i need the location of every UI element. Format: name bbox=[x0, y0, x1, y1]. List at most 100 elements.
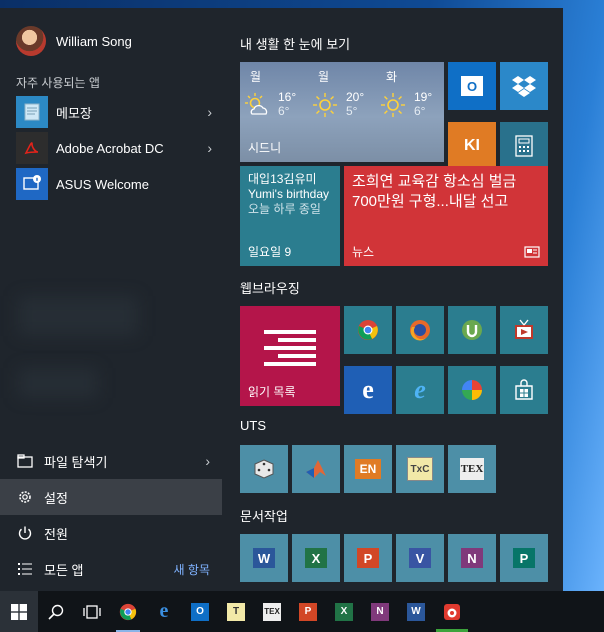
all-apps-item[interactable]: 모든 앱 새 항목 bbox=[0, 551, 222, 587]
notes-icon: T bbox=[227, 602, 245, 621]
matlab-tile[interactable] bbox=[292, 445, 340, 493]
store-tile[interactable] bbox=[500, 366, 548, 414]
reading-list-tile[interactable]: 읽기 목록 bbox=[240, 306, 340, 406]
chevron-right-icon[interactable]: › bbox=[205, 453, 210, 469]
chrome-tile[interactable] bbox=[344, 306, 392, 354]
publisher-tile[interactable]: P bbox=[500, 534, 548, 582]
onenote-tile[interactable]: N bbox=[448, 534, 496, 582]
task-view-icon bbox=[83, 604, 101, 619]
news-headline: 조희연 교육감 항소심 벌금 700만원 구형...내달 선고 bbox=[352, 173, 517, 210]
texmaker-tile[interactable]: TxC bbox=[396, 445, 444, 493]
calendar-date: 일요일 9 bbox=[248, 245, 292, 259]
taskbar-word[interactable]: W bbox=[398, 591, 434, 632]
chrome-icon bbox=[119, 603, 137, 620]
ki-icon: KI bbox=[464, 137, 480, 154]
app-item-acrobat[interactable]: Adobe Acrobat DC › bbox=[16, 131, 216, 165]
utorrent-tile[interactable] bbox=[448, 306, 496, 354]
reading-list-icon bbox=[264, 330, 316, 366]
power-item[interactable]: 전원 bbox=[0, 515, 222, 551]
outlook-icon: O bbox=[191, 602, 209, 621]
outlook-tile[interactable]: O bbox=[448, 62, 496, 110]
visio-tile[interactable]: V bbox=[396, 534, 444, 582]
search-icon bbox=[48, 604, 64, 620]
weather-day: 화 19° 6° bbox=[376, 68, 442, 118]
dropbox-tile[interactable] bbox=[500, 62, 548, 110]
dice-tile[interactable] bbox=[240, 445, 288, 493]
calendar-event-title: 대입13김유미 bbox=[248, 172, 317, 186]
taskbar-onenote[interactable]: N bbox=[362, 591, 398, 632]
utorrent-icon bbox=[462, 320, 482, 340]
task-view-button[interactable] bbox=[74, 591, 110, 632]
tex-tile[interactable]: TEX bbox=[448, 445, 496, 493]
chevron-right-icon[interactable]: › bbox=[207, 140, 212, 156]
file-explorer-item[interactable]: 파일 탐색기 › bbox=[0, 443, 222, 479]
user-account[interactable]: William Song bbox=[16, 26, 132, 56]
new-items-link[interactable]: 새 항목 bbox=[174, 561, 210, 578]
calculator-tile[interactable] bbox=[500, 122, 548, 170]
word-tile[interactable]: W bbox=[240, 534, 288, 582]
taskbar-tex[interactable]: TEX bbox=[254, 591, 290, 632]
word-icon: W bbox=[253, 548, 275, 568]
internet-explorer-icon: e bbox=[414, 375, 426, 404]
tex-icon: TEX bbox=[263, 602, 281, 621]
onenote-icon: N bbox=[371, 602, 389, 621]
frequent-apps-label: 자주 사용되는 앱 bbox=[16, 76, 100, 90]
acrobat-icon bbox=[16, 132, 48, 164]
firefox-tile[interactable] bbox=[396, 306, 444, 354]
start-button[interactable] bbox=[0, 591, 38, 632]
matlab-icon bbox=[306, 460, 326, 478]
start-menu: William Song 자주 사용되는 앱 메모장 › Adobe Acrob… bbox=[0, 8, 563, 591]
internet-explorer-tile[interactable]: e bbox=[396, 366, 444, 414]
group-title-docs[interactable]: 문서작업 bbox=[240, 506, 288, 525]
dropbox-icon bbox=[512, 76, 536, 97]
weather-low: 5° bbox=[346, 104, 358, 118]
weather-tile[interactable]: 월 16° 6° 월 20° 5° 화 19° 6° 시드니 bbox=[240, 62, 444, 162]
power-label: 전원 bbox=[44, 526, 68, 542]
powerpoint-tile[interactable]: P bbox=[344, 534, 392, 582]
weather-day: 월 20° 5° bbox=[308, 68, 374, 118]
excel-icon: X bbox=[305, 548, 327, 568]
taskbar-outlook[interactable]: O bbox=[182, 591, 218, 632]
taskbar-app[interactable] bbox=[434, 591, 470, 632]
group-title-web[interactable]: 웹브라우징 bbox=[240, 278, 300, 297]
search-button[interactable] bbox=[38, 591, 74, 632]
edge-icon: e bbox=[159, 600, 169, 622]
blurred-region bbox=[18, 368, 98, 398]
weather-high: 20° bbox=[346, 90, 365, 104]
news-tile[interactable]: 조희연 교육감 항소심 벌금 700만원 구형...내달 선고 뉴스 bbox=[344, 166, 548, 266]
taskbar-edge[interactable]: e bbox=[146, 591, 182, 632]
taskbar-notes[interactable]: T bbox=[218, 591, 254, 632]
taskbar-powerpoint[interactable]: P bbox=[290, 591, 326, 632]
pinwheel-tile[interactable] bbox=[448, 366, 496, 414]
weather-temps: 19° 6° bbox=[414, 90, 432, 118]
chrome-icon bbox=[358, 320, 378, 340]
chevron-right-icon[interactable]: › bbox=[207, 104, 212, 120]
app-icon bbox=[444, 603, 460, 620]
app-item-label: Adobe Acrobat DC bbox=[56, 140, 164, 156]
excel-tile[interactable]: X bbox=[292, 534, 340, 582]
taskbar-chrome[interactable] bbox=[110, 591, 146, 632]
app-item-notepad[interactable]: 메모장 › bbox=[16, 95, 216, 129]
visio-icon: V bbox=[409, 548, 431, 568]
newspaper-icon bbox=[524, 246, 540, 258]
app-item-asus-welcome[interactable]: ASUS Welcome bbox=[16, 167, 216, 201]
calendar-event-subtitle: Yumi's birthday bbox=[248, 187, 329, 201]
store-icon bbox=[515, 379, 533, 400]
edge-tile[interactable]: e bbox=[344, 366, 392, 414]
calculator-icon bbox=[515, 135, 533, 157]
taskbar-excel[interactable]: X bbox=[326, 591, 362, 632]
tv-icon bbox=[515, 319, 533, 339]
excel-icon: X bbox=[335, 602, 353, 621]
start-left-pane: William Song 자주 사용되는 앱 메모장 › Adobe Acrob… bbox=[0, 8, 230, 591]
partly-cloudy-icon bbox=[245, 93, 268, 115]
group-title-life[interactable]: 내 생활 한 눈에 보기 bbox=[240, 34, 350, 53]
user-avatar bbox=[16, 26, 46, 56]
calendar-tile[interactable]: 대입13김유미 Yumi's birthday 오늘 하루 종일 일요일 9 bbox=[240, 166, 340, 266]
group-title-uts[interactable]: UTS bbox=[240, 418, 266, 433]
edge-icon: e bbox=[362, 375, 374, 404]
weather-day-label: 월 bbox=[250, 70, 262, 84]
settings-item[interactable]: 설정 bbox=[0, 479, 222, 515]
ki-tile[interactable]: KI bbox=[448, 122, 496, 170]
en-dictionary-tile[interactable]: EN bbox=[344, 445, 392, 493]
tv-tile[interactable] bbox=[500, 306, 548, 354]
